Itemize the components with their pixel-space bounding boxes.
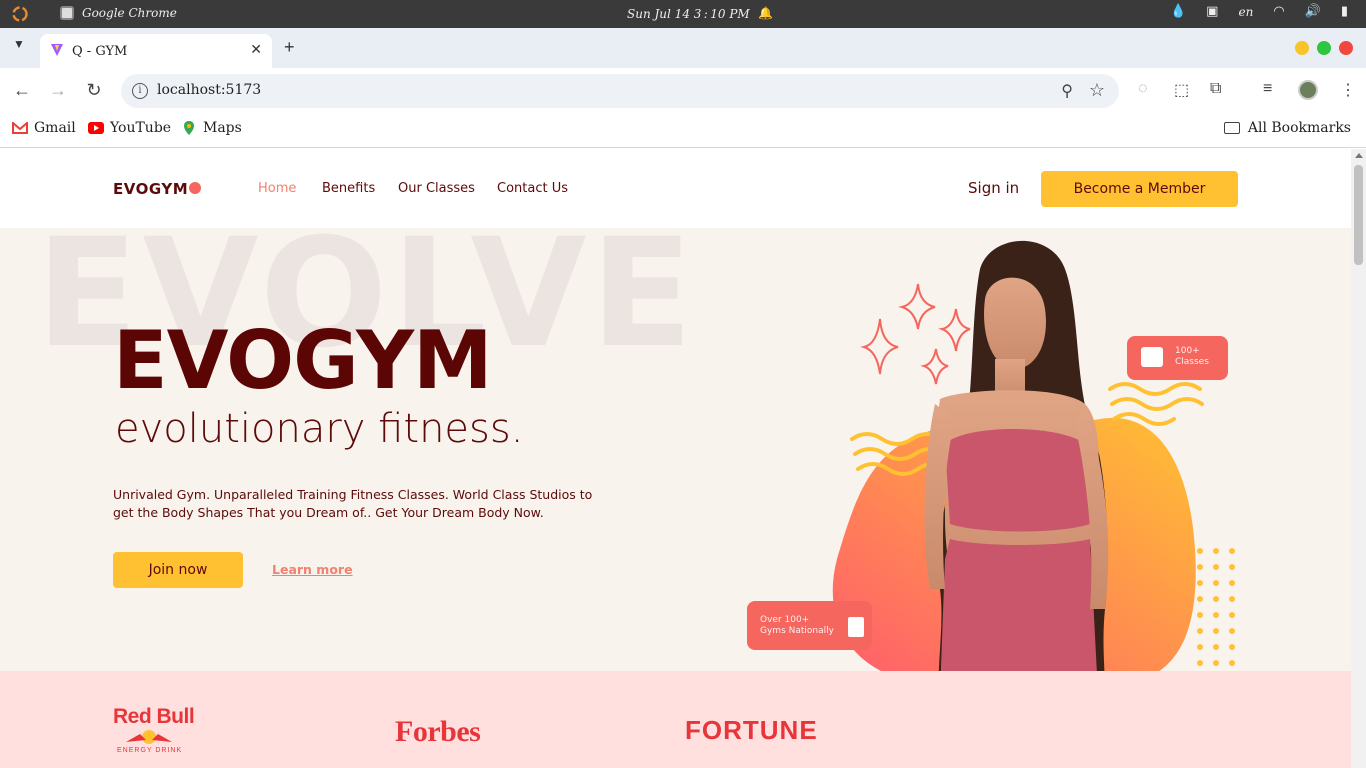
site-info-icon[interactable]: i — [132, 83, 148, 99]
chevron-down-icon[interactable]: ▼ — [8, 37, 30, 59]
tab-title: Q - GYM — [72, 44, 128, 59]
vite-favicon-icon — [51, 44, 63, 56]
screenshot-extension-icon[interactable]: ⬚ — [1174, 80, 1189, 100]
maximize-button[interactable] — [1317, 41, 1331, 55]
chrome-icon — [60, 6, 74, 20]
maps-icon — [184, 121, 194, 135]
site-logo[interactable]: EVOGYM — [113, 180, 188, 198]
menu-kebab-icon[interactable]: ⋮ — [1340, 80, 1356, 100]
badge-gyms-count: Over 100+ — [760, 615, 810, 625]
nav-benefits[interactable]: Benefits — [322, 181, 375, 196]
browser-toolbar: ← → ↻ i localhost:5173 ⚲ ☆ ◌ ⬚ ⧉ ≡ ⋮ — [0, 68, 1366, 112]
all-bookmarks-label: All Bookmarks — [1247, 120, 1351, 136]
scroll-up-icon[interactable] — [1355, 153, 1363, 158]
system-clock[interactable]: Sun Jul 14 3 : 10 PM — [627, 7, 750, 21]
all-bookmarks[interactable]: All Bookmarks — [1223, 120, 1351, 136]
redbull-logo: Red Bull — [113, 705, 195, 728]
extensions-puzzle-icon[interactable]: ⧉ — [1210, 80, 1221, 98]
redbull-tagline: ENERGY DRINK — [117, 747, 183, 754]
address-bar[interactable]: i localhost:5173 ⚲ ☆ — [121, 74, 1119, 108]
close-window-button[interactable] — [1339, 41, 1353, 55]
page-scrollbar[interactable] — [1351, 149, 1366, 768]
bookmark-label: Maps — [203, 120, 242, 136]
battery-icon[interactable]: ▮ — [1341, 4, 1348, 19]
media-control-icon[interactable]: ≡ — [1263, 80, 1272, 98]
tab-strip: ▼ Q - GYM ✕ + — [0, 28, 1366, 68]
classes-badge: 100+ Classes — [1127, 336, 1228, 380]
active-app-indicator[interactable]: Google Chrome — [60, 6, 177, 20]
bookmark-youtube[interactable]: YouTube — [88, 120, 171, 136]
new-tab-icon[interactable]: + — [284, 37, 295, 58]
badge-gyms-label: Gyms Nationally — [760, 626, 834, 636]
system-tray: 💧 ▣ en ◠ 🔊 ▮ — [1170, 4, 1348, 19]
redbull-bulls-icon — [126, 730, 172, 744]
close-icon[interactable]: ✕ — [250, 41, 262, 58]
ubuntu-icon[interactable] — [10, 4, 30, 24]
sign-in-link[interactable]: Sign in — [968, 179, 1019, 197]
bookmark-label: YouTube — [110, 120, 172, 136]
wifi-icon[interactable]: ◠ — [1273, 4, 1284, 19]
page-viewport: EVOLVE EVOGYM Home Benefits Our Classes … — [0, 149, 1351, 768]
bookmark-star-icon[interactable]: ☆ — [1089, 80, 1105, 101]
clipboard-icon[interactable]: ▣ — [1206, 4, 1218, 19]
badge-classes-label: Classes — [1175, 357, 1209, 367]
woman-figure — [924, 240, 1109, 709]
become-member-button[interactable]: Become a Member — [1041, 171, 1238, 207]
join-now-button[interactable]: Join now — [113, 552, 243, 588]
os-top-bar: Google Chrome Sun Jul 14 3 : 10 PM 🔔 💧 ▣… — [0, 0, 1366, 28]
active-app-name: Google Chrome — [82, 6, 177, 20]
forbes-logo: Forbes — [395, 715, 481, 748]
bookmark-maps[interactable]: Maps — [181, 120, 242, 136]
folder-icon — [1223, 122, 1240, 134]
browser-tab[interactable]: Q - GYM ✕ — [40, 34, 272, 68]
bookmark-label: Gmail — [34, 120, 76, 136]
keyboard-language[interactable]: en — [1238, 5, 1253, 19]
building-icon — [848, 617, 864, 637]
hero-title: EVOGYM — [113, 314, 493, 407]
youtube-icon — [88, 122, 104, 134]
extension-icon[interactable]: ◌ — [1138, 80, 1148, 98]
gmail-icon — [12, 122, 28, 134]
profile-avatar[interactable] — [1298, 80, 1318, 100]
reload-icon[interactable]: ↻ — [84, 80, 104, 101]
logo-dot — [189, 182, 201, 194]
bookmarks-bar: Gmail YouTube Maps All Bookmarks — [0, 112, 1366, 148]
id-card-icon — [1141, 347, 1163, 367]
scrollbar-thumb[interactable] — [1354, 165, 1363, 265]
hero-subtitle: evolutionary fitness. — [115, 406, 524, 452]
forward-icon[interactable]: → — [48, 80, 68, 101]
fortune-logo: FORTUNE — [685, 715, 818, 745]
minimize-button[interactable] — [1295, 41, 1309, 55]
nav-our-classes[interactable]: Our Classes — [398, 181, 475, 196]
nav-home[interactable]: Home — [258, 181, 296, 196]
back-icon[interactable]: ← — [12, 80, 32, 101]
water-drop-icon[interactable]: 💧 — [1170, 4, 1186, 19]
gyms-badge: Over 100+ Gyms Nationally — [747, 601, 872, 650]
learn-more-link[interactable]: Learn more — [272, 562, 353, 577]
nav-contact-us[interactable]: Contact Us — [497, 181, 568, 196]
sponsors-strip: Red Bull ENERGY DRINK Forbes FORTUNE — [0, 671, 1351, 768]
hero-description: Unrivaled Gym. Unparalleled Training Fit… — [113, 487, 593, 520]
notification-bell-icon[interactable]: 🔔 — [758, 6, 773, 20]
zoom-icon[interactable]: ⚲ — [1061, 81, 1073, 101]
bookmark-gmail[interactable]: Gmail — [12, 120, 76, 136]
site-navbar: EVOGYM Home Benefits Our Classes Contact… — [0, 149, 1351, 228]
volume-icon[interactable]: 🔊 — [1305, 4, 1321, 19]
badge-classes-count: 100+ — [1175, 346, 1200, 356]
sparkle-shapes — [860, 283, 971, 385]
url-text[interactable]: localhost:5173 — [157, 82, 261, 98]
